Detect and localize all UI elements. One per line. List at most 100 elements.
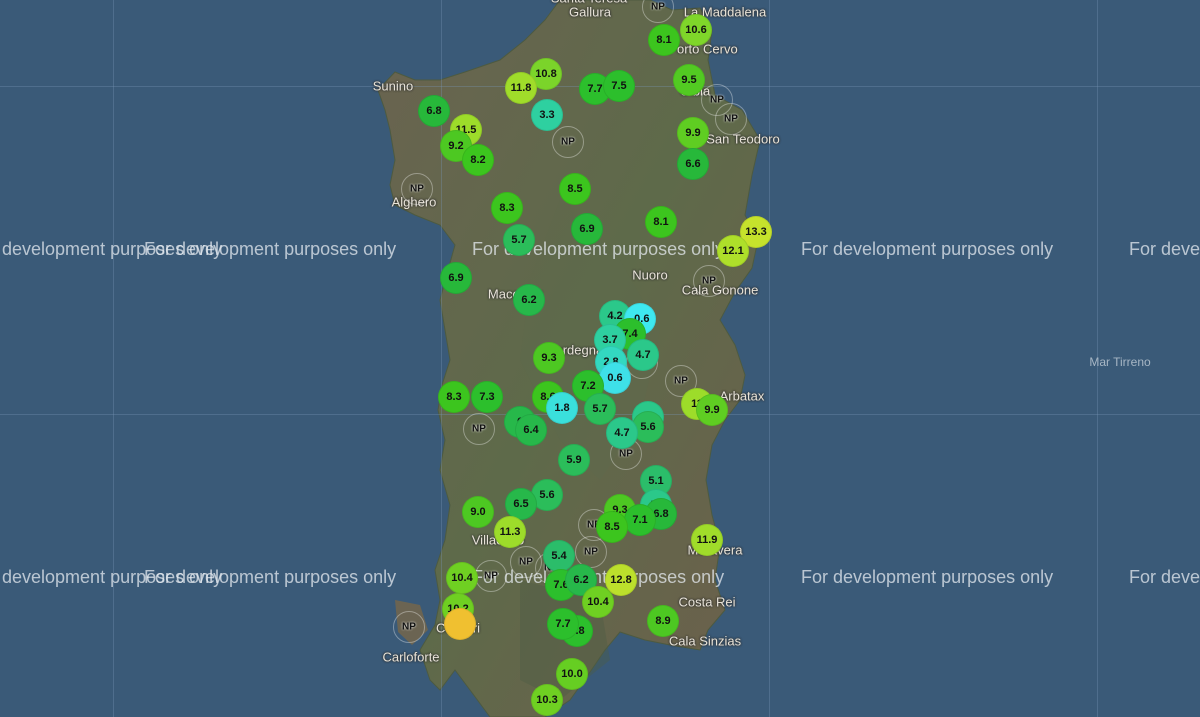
np-marker[interactable]: NP xyxy=(472,424,486,435)
station-marker[interactable]: 9.5 xyxy=(673,64,705,96)
station-marker[interactable]: 10.4 xyxy=(582,586,614,618)
map-canvas[interactable]: Santa TeresaGalluraLa MaddalenaPorto Cer… xyxy=(0,0,1200,717)
station-value: 11.3 xyxy=(499,526,521,538)
np-marker[interactable]: NP xyxy=(519,557,533,568)
np-marker[interactable]: NP xyxy=(484,571,498,582)
station-value: 12.8 xyxy=(610,574,632,586)
np-marker[interactable]: NP xyxy=(410,184,424,195)
station-marker[interactable]: 6.2 xyxy=(513,284,545,316)
station-value: 10.8 xyxy=(535,68,557,80)
station-marker[interactable]: 5.7 xyxy=(503,224,535,256)
station-value: 10.0 xyxy=(561,668,583,680)
station-marker[interactable]: 0.6 xyxy=(599,362,631,394)
station-value: 11.9 xyxy=(696,534,718,546)
station-value: 6.2 xyxy=(521,294,537,306)
place-label: Sunino xyxy=(372,78,414,94)
station-marker[interactable]: 9.3 xyxy=(533,342,565,374)
station-value: 9.5 xyxy=(681,74,697,86)
station-marker[interactable]: 4.7 xyxy=(606,417,638,449)
station-value: 8.5 xyxy=(567,183,583,195)
station-marker[interactable] xyxy=(444,608,476,640)
station-marker[interactable]: 11.9 xyxy=(691,524,723,556)
station-value: 7.2 xyxy=(580,380,596,392)
station-value: 9.9 xyxy=(685,127,701,139)
station-marker[interactable]: 4.7 xyxy=(627,339,659,371)
station-value: 5.6 xyxy=(539,489,555,501)
station-marker[interactable]: 9.0 xyxy=(462,496,494,528)
station-value: 3.3 xyxy=(539,109,555,121)
station-marker[interactable]: 10.0 xyxy=(556,658,588,690)
np-marker[interactable]: NP xyxy=(710,95,724,106)
station-marker[interactable]: 6.9 xyxy=(440,262,472,294)
station-value: 7.7 xyxy=(587,83,603,95)
station-value: 5.4 xyxy=(551,550,567,562)
station-value: 10.4 xyxy=(451,572,473,584)
station-value: 8.1 xyxy=(656,34,672,46)
station-marker[interactable]: 5.9 xyxy=(558,444,590,476)
station-value: 8.5 xyxy=(604,521,620,533)
np-marker[interactable]: NP xyxy=(584,547,598,558)
station-marker[interactable]: 8.2 xyxy=(462,144,494,176)
station-marker[interactable]: 6.6 xyxy=(677,148,709,180)
station-value: 6.5 xyxy=(513,498,529,510)
station-marker[interactable]: 8.3 xyxy=(438,381,470,413)
station-value: 9.0 xyxy=(470,506,486,518)
station-marker[interactable]: 9.9 xyxy=(677,117,709,149)
np-marker[interactable]: NP xyxy=(702,276,716,287)
station-value: 7.7 xyxy=(555,618,571,630)
station-marker[interactable]: 8.1 xyxy=(648,24,680,56)
place-label: Carloforte xyxy=(382,649,440,665)
station-value: 6.4 xyxy=(523,424,539,436)
station-value: 5.7 xyxy=(592,403,608,415)
station-value: 0.6 xyxy=(607,372,623,384)
np-marker[interactable]: NP xyxy=(561,137,575,148)
station-value: 7.1 xyxy=(632,514,648,526)
station-value: 5.1 xyxy=(648,475,664,487)
station-marker[interactable]: 1.8 xyxy=(546,392,578,424)
station-marker[interactable]: 6.8 xyxy=(418,95,450,127)
np-marker[interactable]: NP xyxy=(674,376,688,387)
station-marker[interactable]: 3.3 xyxy=(531,99,563,131)
station-marker[interactable]: 10.3 xyxy=(531,684,563,716)
station-marker[interactable]: 8.3 xyxy=(491,192,523,224)
np-marker[interactable]: NP xyxy=(402,622,416,633)
station-marker[interactable]: 11.3 xyxy=(494,516,526,548)
station-value: 6.6 xyxy=(685,158,701,170)
station-marker[interactable]: 7.7 xyxy=(547,608,579,640)
np-marker[interactable]: NP xyxy=(651,2,665,13)
station-value: 8.3 xyxy=(499,202,515,214)
station-marker[interactable]: 7.1 xyxy=(624,504,656,536)
station-marker[interactable]: 8.1 xyxy=(645,206,677,238)
place-label: San Teodoro xyxy=(706,131,780,147)
station-marker[interactable]: 9.9 xyxy=(696,394,728,426)
station-value: 7.3 xyxy=(479,391,495,403)
station-value: 6.9 xyxy=(448,272,464,284)
station-value: 8.1 xyxy=(653,216,669,228)
station-marker[interactable]: 8.9 xyxy=(647,605,679,637)
station-marker[interactable]: 10.4 xyxy=(446,562,478,594)
station-marker[interactable]: 6.4 xyxy=(515,414,547,446)
station-value: 13.3 xyxy=(745,226,767,238)
station-marker[interactable]: 7.3 xyxy=(471,381,503,413)
station-value: 7.5 xyxy=(611,80,627,92)
station-value: 9.9 xyxy=(704,404,720,416)
station-value: 4.7 xyxy=(614,427,630,439)
grid-line xyxy=(113,0,114,717)
place-label: Nuoro xyxy=(632,267,668,283)
station-marker[interactable]: 8.5 xyxy=(559,173,591,205)
place-label: Cala Sinzias xyxy=(668,633,742,649)
station-value: 10.3 xyxy=(536,694,558,706)
station-marker[interactable]: 8.5 xyxy=(596,511,628,543)
station-value: 1.8 xyxy=(554,402,570,414)
station-marker[interactable]: 11.8 xyxy=(505,72,537,104)
station-marker[interactable]: 6.9 xyxy=(571,213,603,245)
np-marker[interactable]: NP xyxy=(724,114,738,125)
station-marker[interactable]: 10.6 xyxy=(680,14,712,46)
station-value: 5.7 xyxy=(511,234,527,246)
station-value: 3.7 xyxy=(602,334,618,346)
station-marker[interactable]: 12.1 xyxy=(717,235,749,267)
station-marker[interactable]: 7.5 xyxy=(603,70,635,102)
np-marker[interactable]: NP xyxy=(619,449,633,460)
station-value: 12.1 xyxy=(722,245,744,257)
grid-line xyxy=(769,0,770,717)
